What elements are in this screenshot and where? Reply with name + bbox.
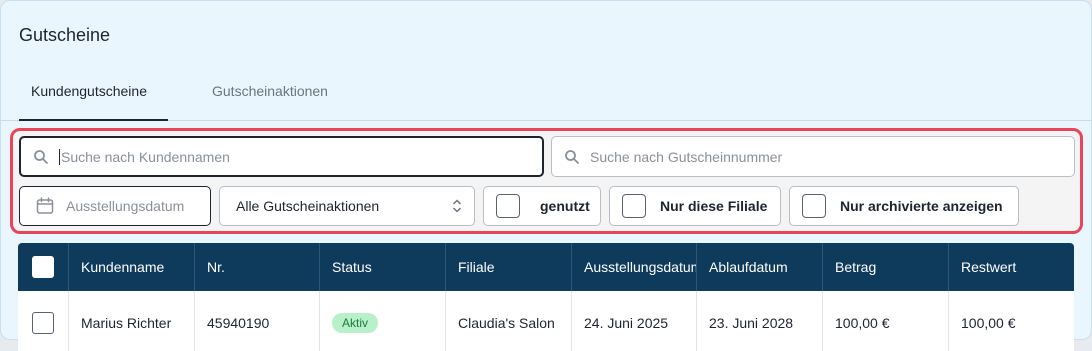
table-row[interactable]: Marius Richter 45940190 Aktiv Claudia's … <box>18 291 1074 351</box>
column-header-status[interactable]: Status <box>320 243 446 291</box>
row-checkbox[interactable] <box>32 312 54 334</box>
calendar-icon <box>36 197 54 214</box>
voucher-number-search-field[interactable] <box>551 136 1075 177</box>
vouchers-table: Kundenname Nr. Status Filiale Ausstellun… <box>18 243 1074 351</box>
campaign-select-value: Alle Gutscheinaktionen <box>236 198 380 214</box>
voucher-number-search-input[interactable] <box>590 148 1074 165</box>
tab-bar: Kundengutscheine Gutscheinaktionen <box>1 71 1091 121</box>
cell-customer: Marius Richter <box>69 291 195 351</box>
used-filter-toggle[interactable]: genutzt <box>483 186 601 226</box>
this-branch-filter-toggle[interactable]: Nur diese Filiale <box>609 186 781 226</box>
column-header-remaining[interactable]: Restwert <box>949 243 1074 291</box>
cell-status: Aktiv <box>320 291 446 351</box>
filter-bar: Ausstellungsdatum Alle Gutscheinaktionen… <box>10 128 1083 234</box>
cell-remaining: 100,00 € <box>961 315 1016 331</box>
customer-search-input[interactable] <box>59 148 542 165</box>
select-all-cell <box>18 243 69 291</box>
status-badge: Aktiv <box>332 313 379 333</box>
issue-date-picker[interactable]: Ausstellungsdatum <box>19 186 211 226</box>
cell-issue-date: 24. Juni 2025 <box>572 291 697 351</box>
this-branch-checkbox[interactable] <box>622 194 646 218</box>
archived-label: Nur archivierte anzeigen <box>840 198 1003 214</box>
column-header-number[interactable]: Nr. <box>195 243 320 291</box>
this-branch-label: Nur diese Filiale <box>660 198 768 214</box>
column-header-customer[interactable]: Kundenname <box>69 243 195 291</box>
cell-amount: 100,00 € <box>823 291 949 351</box>
used-label: genutzt <box>540 198 590 214</box>
tab-gutscheinaktionen[interactable]: Gutscheinaktionen <box>212 83 328 121</box>
issue-date-placeholder: Ausstellungsdatum <box>66 198 185 214</box>
cell-expiry-date: 23. Juni 2028 <box>697 291 823 351</box>
search-icon <box>565 149 579 164</box>
search-icon <box>34 149 48 164</box>
campaign-select[interactable]: Alle Gutscheinaktionen <box>219 186 475 226</box>
page-title: Gutscheine <box>19 25 111 45</box>
archived-checkbox[interactable] <box>802 194 826 218</box>
customer-search-field[interactable] <box>19 136 544 177</box>
column-header-issue-date[interactable]: Ausstellungsdatum <box>572 243 697 291</box>
tab-kundengutscheine[interactable]: Kundengutscheine <box>19 83 168 121</box>
select-all-checkbox[interactable] <box>32 256 54 278</box>
table-body: Marius Richter 45940190 Aktiv Claudia's … <box>18 291 1074 351</box>
used-checkbox[interactable] <box>496 194 520 218</box>
cell-number: 45940190 <box>195 291 320 351</box>
column-header-amount[interactable]: Betrag <box>823 243 949 291</box>
chevron-up-down-icon <box>452 199 462 213</box>
table-header: Kundenname Nr. Status Filiale Ausstellun… <box>18 243 1074 291</box>
column-header-expiry-date[interactable]: Ablaufdatum <box>697 243 823 291</box>
cell-branch: Claudia's Salon <box>446 291 572 351</box>
column-header-branch[interactable]: Filiale <box>446 243 572 291</box>
row-select-cell <box>18 291 69 351</box>
archived-filter-toggle[interactable]: Nur archivierte anzeigen <box>789 186 1019 226</box>
